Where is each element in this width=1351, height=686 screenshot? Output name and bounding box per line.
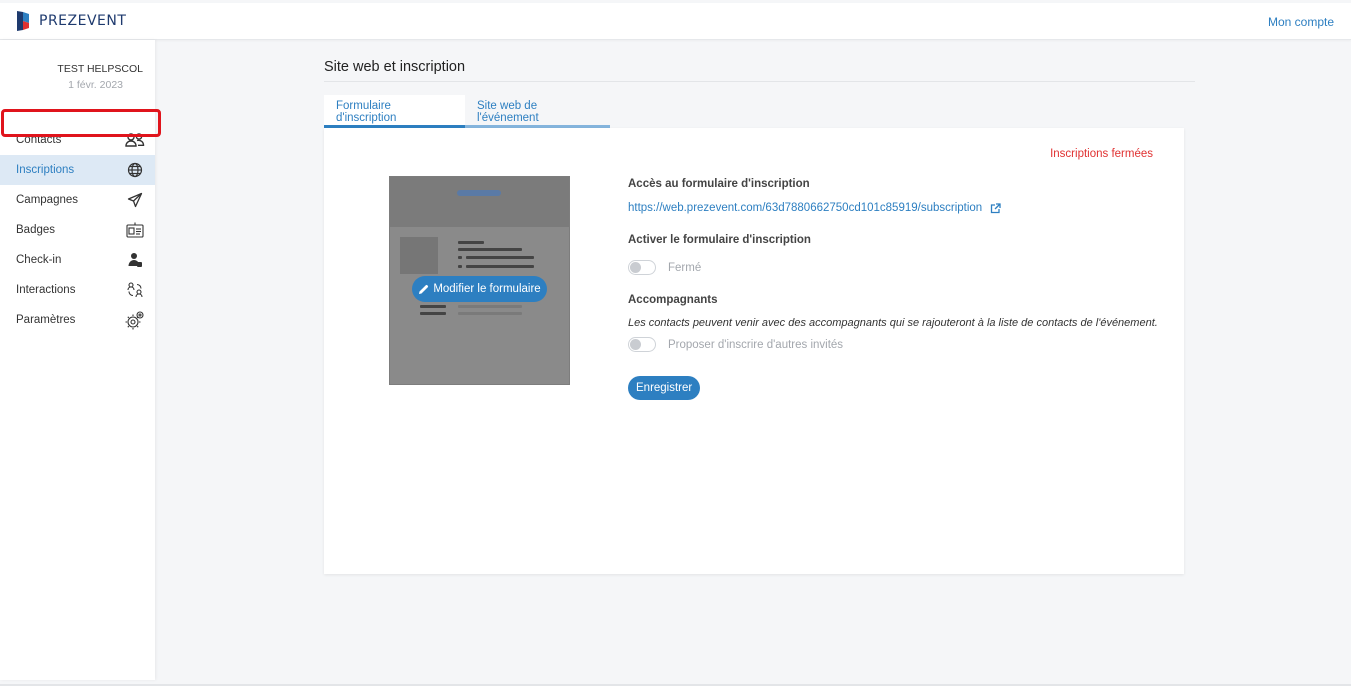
registration-card: Inscriptions fermées Modifier le formula…	[324, 128, 1184, 574]
activate-toggle-row: Fermé	[628, 260, 701, 275]
preview-line	[458, 312, 522, 315]
title-divider	[324, 81, 1195, 82]
sidebar-item-contacts[interactable]: Contacts	[0, 125, 155, 155]
preview-image-placeholder	[400, 237, 438, 274]
preview-line	[458, 248, 522, 251]
save-button[interactable]: Enregistrer	[628, 376, 701, 400]
form-url-link[interactable]: https://web.prezevent.com/63d7880662750c…	[628, 202, 1001, 214]
preview-line	[458, 305, 522, 308]
sidebar-item-interactions[interactable]: Interactions	[0, 275, 155, 305]
edit-form-button[interactable]: Modifier le formulaire	[412, 276, 547, 302]
sidebar-item-label: Inscriptions	[16, 164, 75, 176]
sidebar-item-inscriptions[interactable]: Inscriptions	[0, 155, 155, 185]
preview-line	[466, 256, 534, 259]
companions-toggle[interactable]	[628, 337, 656, 352]
tab-formulaire-inscription[interactable]: Formulaire d'inscription	[324, 95, 465, 128]
sidebar-item-label: Campagnes	[16, 194, 79, 206]
preview-line	[420, 312, 446, 315]
external-link-icon[interactable]	[990, 202, 1001, 214]
sidebar-item-label: Contacts	[16, 134, 62, 146]
preview-bullet	[458, 265, 462, 268]
sidebar-item-campagnes[interactable]: Campagnes	[0, 185, 155, 215]
preview-line	[458, 241, 484, 244]
tab-site-web-evenement[interactable]: Site web de l'événement	[465, 95, 610, 128]
paper-plane-icon	[125, 190, 145, 210]
preview-line	[420, 305, 446, 308]
prezevent-logo-icon	[17, 11, 32, 31]
logo[interactable]: PREZEVENT	[17, 11, 126, 31]
companions-toggle-row: Proposer d'inscrire d'autres invités	[628, 337, 843, 352]
account-link[interactable]: Mon compte	[1268, 15, 1334, 29]
sidebar-item-parametres[interactable]: Paramètres	[0, 305, 155, 335]
edit-form-button-label: Modifier le formulaire	[433, 283, 541, 295]
form-url: https://web.prezevent.com/63d7880662750c…	[628, 202, 983, 214]
event-date: 1 févr. 2023	[68, 79, 123, 91]
sidebar-item-label: Badges	[16, 224, 56, 236]
gears-icon	[125, 310, 145, 330]
sidebar-item-label: Check-in	[16, 254, 62, 266]
logo-text: PREZEVENT	[39, 13, 127, 29]
status-badge: Inscriptions fermées	[1050, 148, 1153, 160]
activate-label: Activer le formulaire d'inscription	[628, 234, 811, 246]
pencil-icon	[419, 284, 429, 294]
companions-toggle-text: Proposer d'inscrire d'autres invités	[668, 338, 844, 351]
preview-header	[390, 177, 569, 227]
activate-toggle-text: Fermé	[668, 261, 702, 274]
tab-bar: Formulaire d'inscription Site web de l'é…	[324, 95, 610, 128]
access-label: Accès au formulaire d'inscription	[628, 178, 810, 190]
interactions-icon	[125, 280, 145, 300]
event-name: TEST HELPSCOL	[57, 63, 143, 75]
page-title: Site web et inscription	[324, 59, 466, 75]
sidebar-nav: Contacts Inscriptions Campagnes Badges C…	[0, 125, 155, 335]
sidebar-item-badges[interactable]: Badges	[0, 215, 155, 245]
badge-icon	[125, 220, 145, 240]
sidebar-item-label: Paramètres	[16, 314, 76, 326]
activate-form-toggle[interactable]	[628, 260, 656, 275]
globe-icon	[125, 160, 145, 180]
companions-help: Les contacts peuvent venir avec des acco…	[628, 317, 1158, 329]
sidebar-item-label: Interactions	[16, 284, 76, 296]
preview-bullet	[458, 256, 462, 259]
companions-label: Accompagnants	[628, 294, 718, 306]
sidebar-item-check-in[interactable]: Check-in	[0, 245, 155, 275]
check-in-icon	[125, 250, 145, 270]
form-preview: Modifier le formulaire	[389, 176, 570, 385]
preview-line	[466, 265, 534, 268]
sidebar: TEST HELPSCOL 1 févr. 2023 Contacts Insc…	[0, 40, 155, 680]
preview-pill	[457, 190, 501, 196]
contacts-icon	[125, 130, 145, 150]
top-bar: PREZEVENT Mon compte	[0, 3, 1351, 40]
